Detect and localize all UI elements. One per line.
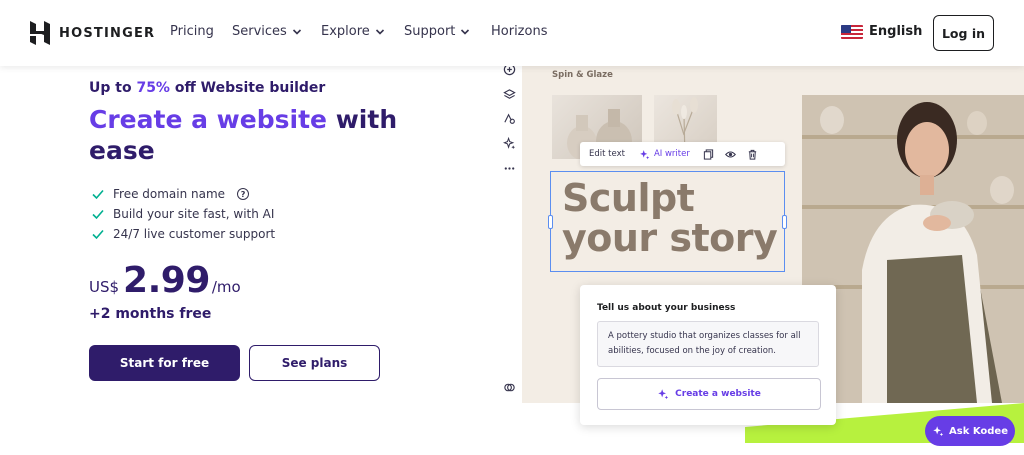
layers-icon[interactable] xyxy=(503,88,516,101)
nav-item-explore[interactable]: Explore xyxy=(321,24,385,39)
nav-label: Horizons xyxy=(491,24,548,39)
us-flag-icon xyxy=(841,24,863,39)
feature-text: Build your site fast, with AI xyxy=(113,207,275,221)
ai-sparkle-icon xyxy=(640,149,650,159)
feature-list: Free domain name ? Build your site fast,… xyxy=(91,184,275,244)
hostinger-logo[interactable]: HOSTINGER xyxy=(30,21,155,45)
nav-label: Services xyxy=(232,24,287,39)
nav-label: Explore xyxy=(321,24,370,39)
login-button[interactable]: Log in xyxy=(933,15,994,51)
resize-handle-left[interactable] xyxy=(548,215,553,229)
headline-line-2: your story xyxy=(562,216,778,260)
check-icon xyxy=(92,209,104,220)
nav-item-services[interactable]: Services xyxy=(232,24,302,39)
promo-percent: 75% xyxy=(136,80,170,96)
ask-kodee-button[interactable]: Ask Kodee xyxy=(925,416,1015,446)
question-mark-icon[interactable]: ? xyxy=(237,188,250,200)
create-website-button[interactable]: Create a website xyxy=(597,378,821,410)
see-plans-button[interactable]: See plans xyxy=(249,345,380,381)
hero-title: Create a website with ease xyxy=(89,104,409,166)
promo-prefix: Up to xyxy=(89,80,137,96)
ask-kodee-label: Ask Kodee xyxy=(949,425,1008,437)
text-edit-toolbar: Edit text AI writer xyxy=(580,142,785,166)
check-icon xyxy=(92,229,104,240)
business-description-input[interactable]: A pottery studio that organizes classes … xyxy=(597,321,819,367)
headline-line-1: Sculpt xyxy=(562,176,695,220)
site-name: Spin & Glaze xyxy=(552,70,613,80)
resize-handle-right[interactable] xyxy=(782,215,787,229)
create-website-label: Create a website xyxy=(675,389,761,399)
check-icon xyxy=(92,189,104,200)
promo-banner: Up to 75% off Website builder xyxy=(89,80,325,96)
list-item: Free domain name ? xyxy=(91,184,275,204)
ai-sparkle-icon xyxy=(658,389,669,400)
hero-title-accent: Create a website xyxy=(89,105,327,134)
edit-text-button[interactable]: Edit text xyxy=(589,149,625,159)
ai-sparkle-icon[interactable] xyxy=(503,137,516,150)
list-item: 24/7 live customer support xyxy=(91,224,275,244)
price: US$ 2.99 /mo xyxy=(89,260,241,301)
chevron-down-icon xyxy=(461,28,470,35)
feature-text: 24/7 live customer support xyxy=(113,227,276,241)
feature-text: Free domain name xyxy=(113,187,226,201)
price-amount: 2.99 xyxy=(123,260,210,301)
hostinger-logo-icon xyxy=(30,21,50,45)
selected-headline-block[interactable]: Sculpt your story xyxy=(548,171,787,272)
site-header: HOSTINGER Pricing Services Explore Suppo… xyxy=(0,0,1024,66)
chevron-down-icon xyxy=(375,28,384,35)
site-headline: Sculpt your story xyxy=(562,176,778,260)
price-currency: US$ xyxy=(89,278,120,296)
nav-item-pricing[interactable]: Pricing xyxy=(170,24,214,39)
ai-writer-label: AI writer xyxy=(653,149,690,159)
prompt-title: Tell us about your business xyxy=(597,303,736,313)
nav-label: Support xyxy=(404,24,456,39)
price-period: /mo xyxy=(211,278,241,296)
bonus-text: +2 months free xyxy=(89,306,212,322)
list-item: Build your site fast, with AI xyxy=(91,204,275,224)
ai-writer-button[interactable]: AI writer xyxy=(639,149,690,160)
ai-sparkle-icon xyxy=(933,426,944,437)
promo-suffix: off Website builder xyxy=(169,80,326,96)
start-for-free-button[interactable]: Start for free xyxy=(89,345,240,381)
eye-icon[interactable] xyxy=(724,149,736,160)
nav-label: Pricing xyxy=(170,24,214,39)
ai-prompt-card: Tell us about your business A pottery st… xyxy=(580,285,836,425)
nav-item-support[interactable]: Support xyxy=(404,24,470,39)
link-icon[interactable] xyxy=(503,381,516,394)
chevron-down-icon xyxy=(292,28,301,35)
brand-name: HOSTINGER xyxy=(59,25,156,41)
trash-icon[interactable] xyxy=(747,149,758,160)
duplicate-icon[interactable] xyxy=(703,148,714,160)
styles-icon[interactable] xyxy=(503,112,516,125)
nav-item-horizons[interactable]: Horizons xyxy=(491,24,547,39)
language-selector[interactable]: English xyxy=(841,24,922,39)
language-label: English xyxy=(869,24,923,39)
more-icon[interactable] xyxy=(503,162,516,175)
toolbar-actions xyxy=(703,148,758,160)
